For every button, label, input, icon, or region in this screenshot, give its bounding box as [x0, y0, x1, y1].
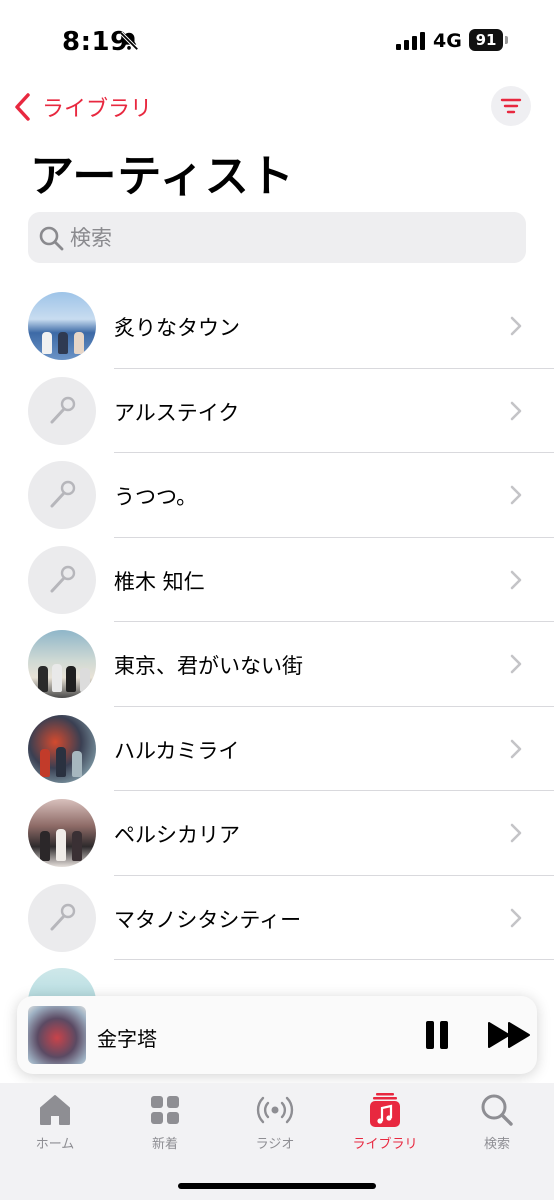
artist-avatar-photo — [28, 292, 96, 360]
page-title: アーティスト — [30, 151, 295, 202]
artist-row[interactable]: ハルカミライ — [0, 707, 554, 791]
mic-icon — [50, 565, 76, 592]
artist-avatar-placeholder — [28, 461, 96, 529]
pause-icon[interactable] — [422, 1018, 452, 1052]
artist-row[interactable]: うつつ。 — [0, 453, 554, 538]
search-input[interactable] — [70, 225, 490, 250]
chevron-right-icon — [510, 570, 522, 589]
back-button-label: ライブラリ — [42, 97, 153, 122]
artist-name: 東京、君がいない街 — [114, 654, 303, 678]
search-icon — [481, 1094, 513, 1126]
back-button[interactable]: ライブラリ — [12, 90, 152, 124]
tab-home[interactable]: ホーム — [0, 1091, 110, 1155]
now-playing-title: 金字塔 — [97, 1027, 157, 1051]
tab-new[interactable]: 新着 — [110, 1091, 220, 1155]
tab-library[interactable]: ライブラリ — [330, 1091, 440, 1155]
radio-icon — [256, 1096, 294, 1124]
home-icon — [40, 1095, 70, 1125]
mic-icon — [50, 480, 76, 508]
network-type: 4G — [433, 30, 462, 52]
artist-avatar-placeholder — [28, 545, 96, 614]
artist-avatar-photo — [28, 799, 96, 867]
artist-row[interactable]: 炙りなタウン — [0, 284, 554, 369]
artist-row[interactable]: マタノシタシティー — [0, 876, 554, 960]
status-bar: 8:19 4G 91 — [0, 0, 554, 84]
artist-name: マタノシタシティー — [114, 907, 302, 932]
fast-forward-icon[interactable] — [487, 1020, 533, 1050]
artist-list: 炙りなタウン アルステイク うつつ。 椎木 知仁 東京、君がいない街 ハルカミラ… — [0, 284, 554, 1045]
sort-lines-icon — [500, 98, 522, 114]
chevron-right-icon — [510, 739, 522, 758]
chevron-left-icon — [15, 93, 30, 121]
artist-name: 椎木 知仁 — [114, 569, 205, 594]
search-icon — [39, 226, 64, 250]
tab-radio[interactable]: ラジオ — [220, 1091, 330, 1155]
artist-row[interactable]: 東京、君がいない街 — [0, 622, 554, 707]
battery-level: 91 — [469, 29, 503, 51]
chevron-right-icon — [510, 654, 522, 674]
mini-player[interactable]: 金字塔 — [17, 996, 537, 1074]
chevron-right-icon — [510, 908, 522, 927]
tab-label: 新着 — [151, 1137, 178, 1152]
tab-label: ライブラリ — [352, 1137, 418, 1152]
artist-name: ペルシカリア — [114, 823, 240, 847]
mic-icon — [50, 396, 76, 423]
search-bar[interactable] — [28, 212, 526, 263]
artist-row[interactable]: 椎木 知仁 — [0, 538, 554, 622]
cellular-signal-icon — [396, 32, 425, 50]
artist-row[interactable]: ペルシカリア — [0, 791, 554, 876]
artist-name: アルステイク — [114, 400, 240, 425]
artist-name: うつつ。 — [114, 485, 198, 509]
tab-label: 検索 — [483, 1137, 510, 1152]
chevron-right-icon — [510, 823, 522, 843]
silent-bell-icon — [119, 31, 139, 51]
tab-label: ラジオ — [255, 1137, 295, 1152]
tab-label: ホーム — [35, 1137, 75, 1152]
chevron-right-icon — [510, 485, 522, 505]
home-indicator[interactable] — [178, 1183, 376, 1189]
artist-avatar-placeholder — [28, 883, 96, 952]
battery-icon: 91 — [469, 29, 509, 51]
chevron-right-icon — [510, 401, 522, 420]
tab-search[interactable]: 検索 — [442, 1091, 552, 1155]
artist-avatar-photo — [28, 630, 96, 698]
artist-name: ハルカミライ — [114, 738, 240, 763]
artist-avatar-placeholder — [28, 376, 96, 445]
artist-name: 炙りなタウン — [114, 316, 240, 340]
artist-row[interactable]: アルステイク — [0, 369, 554, 453]
artist-avatar-photo — [28, 714, 96, 783]
sort-button[interactable] — [491, 86, 531, 126]
library-icon — [370, 1093, 400, 1127]
chevron-right-icon — [510, 316, 522, 336]
mic-icon — [50, 903, 76, 930]
grid-icon — [151, 1096, 179, 1124]
now-playing-artwork — [28, 1006, 86, 1064]
